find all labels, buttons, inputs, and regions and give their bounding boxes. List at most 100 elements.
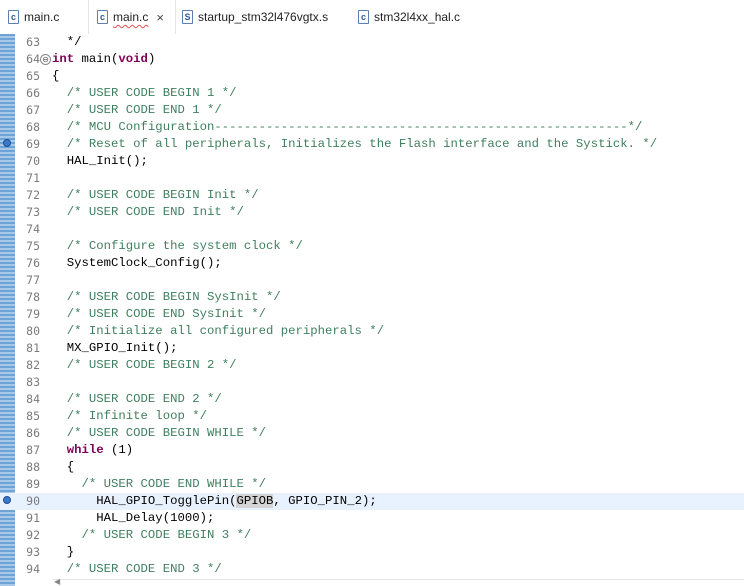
code-text: HAL_Init(); xyxy=(52,154,148,168)
tab-hal-c[interactable]: c stm32l4xx_hal.c xyxy=(358,0,498,34)
line-number: 94 xyxy=(26,562,40,576)
code-line[interactable]: 90 HAL_GPIO_TogglePin(GPIOB, GPIO_PIN_2)… xyxy=(0,493,744,510)
fold-toggle-icon[interactable]: ⊖ xyxy=(40,54,51,65)
code-text: HAL_GPIO_TogglePin(GPIOB, GPIO_PIN_2); xyxy=(52,494,377,508)
line-number: 67 xyxy=(26,103,40,117)
close-tab-icon[interactable]: × xyxy=(156,10,164,25)
line-number: 65 xyxy=(26,69,40,83)
code-text: /* USER CODE BEGIN 2 */ xyxy=(52,358,237,372)
code-text: /* USER CODE BEGIN Init */ xyxy=(52,188,259,202)
tab-main-c-1[interactable]: c main.c xyxy=(8,0,88,34)
code-text: while (1) xyxy=(66,443,134,457)
line-number: 63 xyxy=(26,35,40,49)
line-number: 75 xyxy=(26,239,40,253)
code-text: /* USER CODE END 3 */ xyxy=(52,562,222,576)
line-number: 66 xyxy=(26,86,40,100)
code-line[interactable]: 77 xyxy=(0,272,744,289)
code-line[interactable]: 93 } xyxy=(0,544,744,561)
line-number: 88 xyxy=(26,460,40,474)
line-number: 91 xyxy=(26,511,40,525)
line-number: 79 xyxy=(26,307,40,321)
code-line[interactable]: 80 /* Initialize all configured peripher… xyxy=(0,323,744,340)
code-text: /* MCU Configuration--------------------… xyxy=(52,120,643,134)
line-number: 73 xyxy=(26,205,40,219)
code-line[interactable]: 63 */ xyxy=(0,34,744,51)
code-line[interactable]: 92 /* USER CODE BEGIN 3 */ xyxy=(0,527,744,544)
code-text: /* USER CODE BEGIN SysInit */ xyxy=(52,290,281,304)
code-line[interactable]: 91 HAL_Delay(1000); xyxy=(0,510,744,527)
code-text: HAL_Delay(1000); xyxy=(52,511,215,525)
code-line[interactable]: 67 /* USER CODE END 1 */ xyxy=(0,102,744,119)
line-number: 71 xyxy=(26,171,40,185)
code-line[interactable]: 68 /* MCU Configuration-----------------… xyxy=(0,119,744,136)
code-line[interactable]: 74 xyxy=(0,221,744,238)
code-line[interactable]: 84 /* USER CODE END 2 */ xyxy=(0,391,744,408)
code-line[interactable]: 76 SystemClock_Config(); xyxy=(0,255,744,272)
code-text: { xyxy=(52,460,75,474)
line-number: 93 xyxy=(26,545,40,559)
code-line[interactable]: 88 { xyxy=(0,459,744,476)
line-number: 87 xyxy=(26,443,40,457)
line-number: 64 xyxy=(26,52,40,66)
tab-startup-s[interactable]: S startup_stm32l476vgtx.s xyxy=(182,0,352,34)
code-line[interactable]: 94 /* USER CODE END 3 */ xyxy=(0,561,744,578)
code-text: */ xyxy=(52,35,82,49)
code-line[interactable]: 83 xyxy=(0,374,744,391)
tab-label: stm32l4xx_hal.c xyxy=(374,10,461,24)
line-number: 82 xyxy=(26,358,40,372)
code-line[interactable]: 70 HAL_Init(); xyxy=(0,153,744,170)
code-line[interactable]: 75 /* Configure the system clock */ xyxy=(0,238,744,255)
scroll-left-icon[interactable]: ◀ xyxy=(54,577,60,586)
line-number: 85 xyxy=(26,409,40,423)
code-text: /* Reset of all peripherals, Initializes… xyxy=(52,137,658,151)
code-line[interactable]: 86 /* USER CODE BEGIN WHILE */ xyxy=(0,425,744,442)
code-line[interactable]: 65 { xyxy=(0,68,744,85)
c-file-icon: c xyxy=(358,10,369,24)
code-text: } xyxy=(52,545,75,559)
code-text: /* USER CODE END 2 */ xyxy=(52,392,222,406)
code-line[interactable]: 73 /* USER CODE END Init */ xyxy=(0,204,744,221)
code-text: int main(void) xyxy=(52,52,156,66)
line-number: 81 xyxy=(26,341,40,355)
breakpoint-marker-icon[interactable] xyxy=(3,139,11,147)
code-editor[interactable]: 63 */64 ⊖ int main(void) 65{66 /* USER CODE… xyxy=(0,34,744,586)
line-number: 92 xyxy=(26,528,40,542)
breakpoint-marker-icon[interactable] xyxy=(3,496,11,504)
code-line[interactable]: 81 MX_GPIO_Init(); xyxy=(0,340,744,357)
asm-file-icon: S xyxy=(182,10,193,24)
code-text: /* Configure the system clock */ xyxy=(52,239,303,253)
code-text: { xyxy=(52,69,60,83)
line-number: 70 xyxy=(26,154,40,168)
tab-label: main.c xyxy=(113,10,149,24)
code-line[interactable]: 87 while (1) xyxy=(0,442,744,459)
line-number: 78 xyxy=(26,290,40,304)
code-line[interactable]: 66 /* USER CODE BEGIN 1 */ xyxy=(0,85,744,102)
code-text: /* Initialize all configured peripherals… xyxy=(52,324,385,338)
c-file-icon: c xyxy=(8,10,19,24)
code-text: MX_GPIO_Init(); xyxy=(52,341,178,355)
code-text: /* USER CODE BEGIN 1 */ xyxy=(52,86,237,100)
code-line[interactable]: 72 /* USER CODE BEGIN Init */ xyxy=(0,187,744,204)
tab-label: main.c xyxy=(24,10,60,24)
code-text: /* USER CODE END Init */ xyxy=(52,205,244,219)
line-number: 69 xyxy=(26,137,40,151)
code-line[interactable]: 82 /* USER CODE BEGIN 2 */ xyxy=(0,357,744,374)
line-number: 90 xyxy=(26,494,40,508)
code-line[interactable]: 79 /* USER CODE END SysInit */ xyxy=(0,306,744,323)
code-line[interactable]: 85 /* Infinite loop */ xyxy=(0,408,744,425)
horizontal-scrollbar[interactable]: ◀ xyxy=(52,577,744,586)
code-line[interactable]: 64 ⊖ int main(void) xyxy=(0,51,744,68)
code-text: SystemClock_Config(); xyxy=(52,256,222,270)
code-line[interactable]: 89 /* USER CODE END WHILE */ xyxy=(0,476,744,493)
code-line[interactable]: 78 /* USER CODE BEGIN SysInit */ xyxy=(0,289,744,306)
code-line[interactable]: 69 /* Reset of all peripherals, Initiali… xyxy=(0,136,744,153)
code-line[interactable]: 71 xyxy=(0,170,744,187)
line-number: 84 xyxy=(26,392,40,406)
tab-main-c-active[interactable]: c main.c × xyxy=(88,0,176,34)
editor-tab-bar: c main.c c main.c × S startup_stm32l476v… xyxy=(0,0,744,35)
code-text: /* USER CODE END WHILE */ xyxy=(52,477,267,491)
code-text: /* USER CODE BEGIN WHILE */ xyxy=(52,426,267,440)
line-number: 83 xyxy=(26,375,40,389)
code-text: /* USER CODE END SysInit */ xyxy=(52,307,267,321)
code-text: /* USER CODE BEGIN 3 */ xyxy=(52,528,252,542)
